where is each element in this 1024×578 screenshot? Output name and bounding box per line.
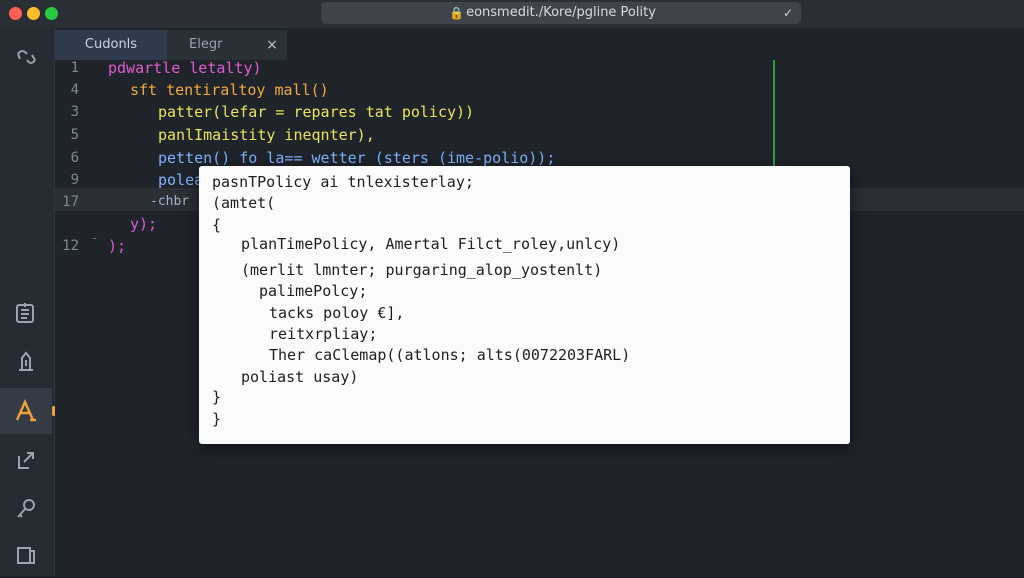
activity-bar (0, 28, 56, 578)
line-number: 12 (62, 238, 79, 254)
tab-cudonls[interactable]: Cudonls (55, 30, 167, 60)
close-tab-button[interactable]: × (261, 30, 283, 60)
line-number: 6 (70, 150, 79, 166)
popup-line: palimePolcy; (259, 282, 368, 300)
code-line: y); (130, 215, 158, 233)
address-bar[interactable]: 🔒 eonsmedit./Kore/pgline Polity ✓ (321, 2, 801, 24)
code-line: panlImaistity ineqnter), (158, 126, 375, 144)
line-number: 9 (70, 172, 79, 188)
popup-line: } (212, 388, 222, 406)
checkmark-icon[interactable]: ✓ (783, 2, 793, 24)
debug-icon[interactable] (0, 338, 52, 384)
minimize-window-button[interactable] (27, 7, 40, 20)
code-line: ); (108, 237, 127, 255)
code-line: polea (158, 171, 204, 189)
key-icon[interactable] (0, 486, 52, 532)
title-bar: 🔒 eonsmedit./Kore/pgline Polity ✓ (0, 0, 1024, 28)
panel-icon[interactable] (0, 532, 52, 578)
editor-tabs: Cudonls Elegr × (55, 30, 1024, 60)
popup-line: reitxrpliay; (269, 325, 378, 343)
popup-line: planTimePolicy, Amertal Filct_roley,unlc… (241, 235, 621, 253)
popup-line: (amtet( (212, 194, 276, 212)
code-line: patter(lefar = repares tat policy)) (158, 103, 475, 121)
line-number: 17 (62, 194, 79, 210)
address-text: eonsmedit./Kore/pgline Polity (466, 5, 656, 20)
popup-line: { (212, 216, 222, 234)
code-line: pdwartle letalty) (108, 59, 262, 77)
popup-line: (merlit lmnter; purgaring_alop_yostenlt) (241, 261, 603, 279)
ruler-line (773, 60, 775, 180)
close-window-button[interactable] (9, 7, 22, 20)
popup-line: pasnTPolicy ai tnlexisterlay; (212, 173, 474, 191)
code-popup[interactable]: pasnTPolicy ai tnlexisterlay; (amtet( { … (199, 166, 850, 444)
extensions-icon[interactable] (0, 290, 52, 336)
share-icon[interactable] (0, 438, 52, 484)
font-icon[interactable] (0, 388, 56, 434)
line-number: 5 (70, 127, 79, 143)
tab-label: Elegr (189, 37, 223, 52)
popup-line: poliast usay) (241, 368, 359, 386)
line-number: 4 (70, 82, 79, 98)
fold-indicator[interactable]: - (91, 231, 98, 245)
popup-line: tacks poloy €], (269, 304, 405, 322)
lock-icon: 🔒 (449, 6, 464, 20)
popup-line: Ther caClemap((atlons; alts(0072203FARL) (269, 346, 631, 364)
code-line: sft tentiraltoy mall() (130, 81, 329, 99)
popup-line: } (212, 410, 222, 428)
source-control-icon[interactable] (0, 36, 52, 82)
maximize-window-button[interactable] (45, 7, 58, 20)
code-line: -chbr (150, 194, 190, 209)
line-number: 3 (70, 104, 79, 120)
line-number: 1 (70, 60, 79, 76)
